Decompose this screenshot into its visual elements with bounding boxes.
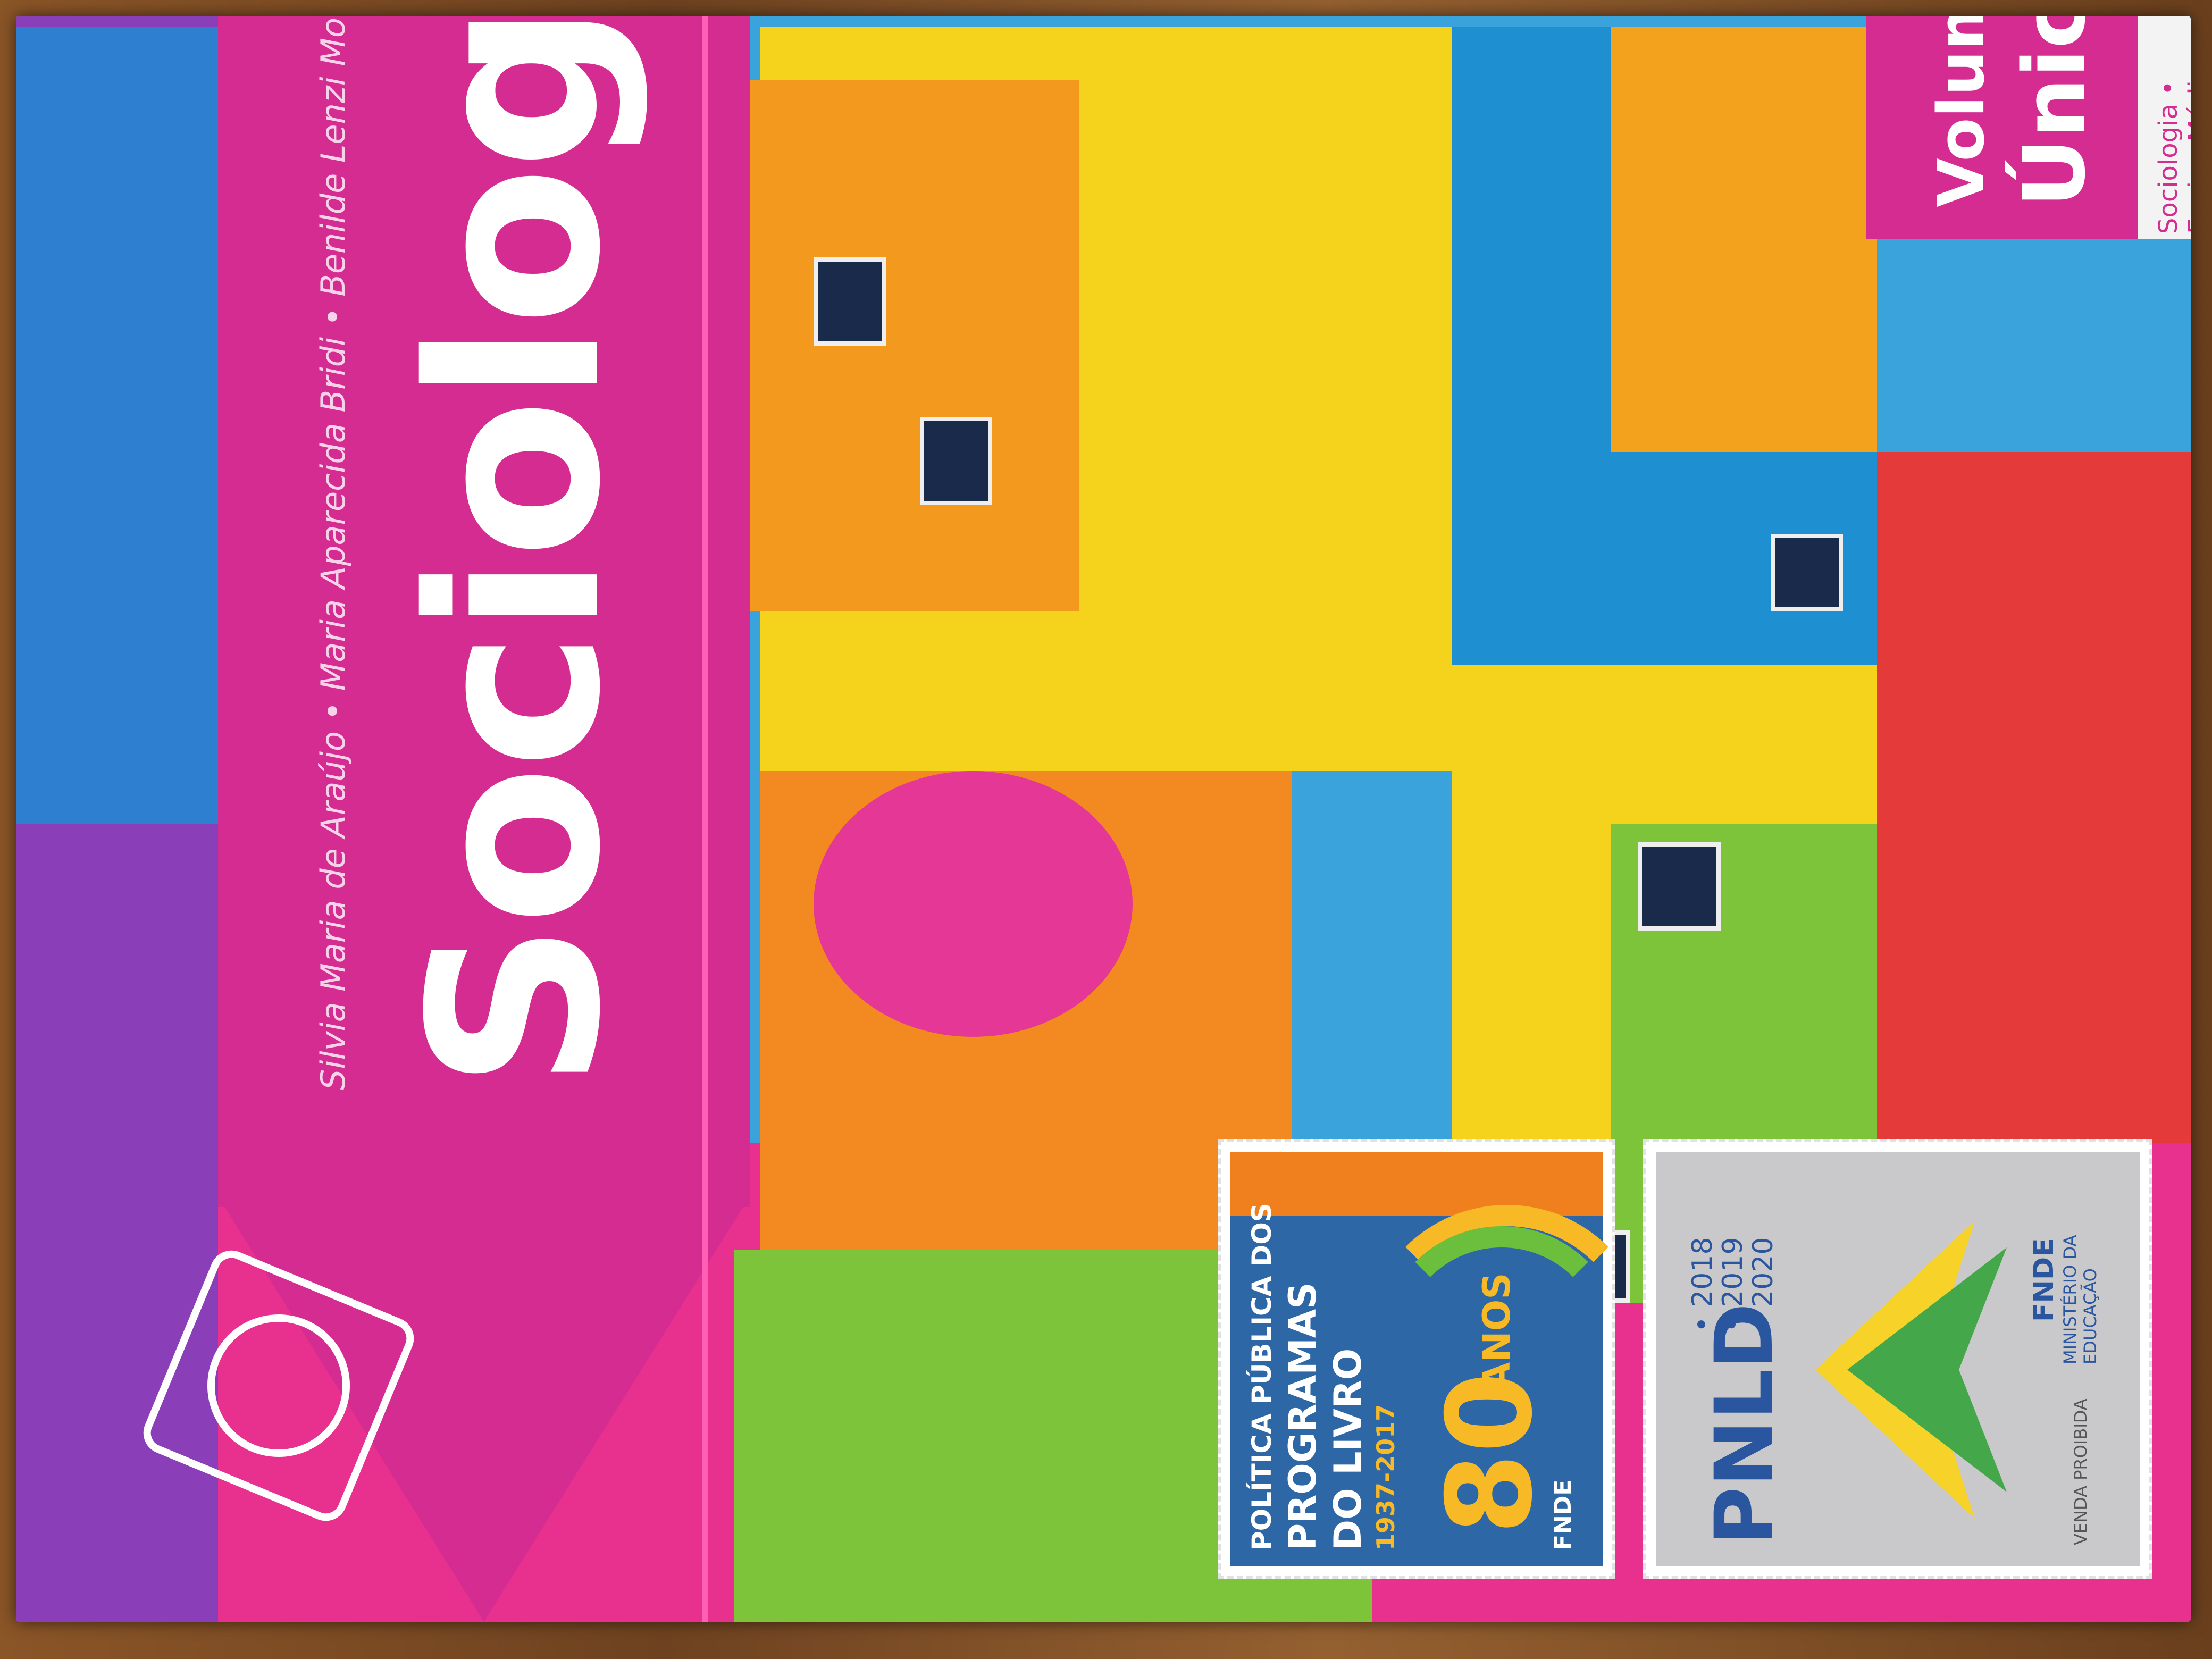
book-cover: Silvia Maria de Araújo • Maria Aparecida… xyxy=(16,16,2191,1622)
stamp-pnld-name: PNLD xyxy=(1698,1303,1791,1545)
volume-label: Volume Único xyxy=(1866,16,2148,239)
stamp-years: 1937-2017 xyxy=(1371,1404,1400,1551)
window xyxy=(1771,534,1843,611)
stamp-pnld-venda: VENDA PROIBIDA xyxy=(2071,1398,2091,1545)
painted-circle-pink xyxy=(814,771,1133,1037)
painted-wall-red xyxy=(1877,452,2191,1143)
book-title: Sociologia xyxy=(380,16,652,1090)
window xyxy=(920,417,992,505)
stamp-text: POLÍTICA PÚBLICA DOS xyxy=(1246,1203,1277,1551)
window xyxy=(1638,842,1721,931)
stamp-pnld-fnde: FNDE xyxy=(2028,1238,2060,1322)
title-band-line xyxy=(702,16,708,1622)
stamp-pnld-years: • 2018 • 2019 • 2020 xyxy=(1687,1237,1780,1333)
window xyxy=(814,257,886,346)
volume-line-1: Volume xyxy=(1925,16,1999,207)
stamp-pnld: PNLD • 2018 • 2019 • 2020 FNDE MINISTÉRI… xyxy=(1643,1139,2152,1579)
volume-line-2: Único xyxy=(2005,16,2104,207)
painted-wall-orange-2 xyxy=(1611,27,1877,452)
stamp-text: PROGRAMAS xyxy=(1281,1282,1325,1551)
stamp-anos: ANOS xyxy=(1475,1272,1519,1391)
stamp-pnld-ministerio: MINISTÉRIO DA EDUCAÇÃO xyxy=(2060,1235,2100,1365)
house-orange xyxy=(707,80,1079,611)
stamp-text: DO LIVRO xyxy=(1326,1348,1370,1551)
stamp-big-number: 80 xyxy=(1422,1371,1558,1535)
house-blue-left xyxy=(16,27,218,824)
stamp-fnde: FNDE xyxy=(1549,1479,1577,1551)
stamp-80-anos: POLÍTICA PÚBLICA DOS PROGRAMAS DO LIVRO … xyxy=(1218,1139,1650,1579)
book-authors: Silvia Maria de Araújo • Maria Aparecida… xyxy=(314,16,353,1090)
volume-subtitle: Sociologia • Ensino Médio xyxy=(2154,64,2191,234)
